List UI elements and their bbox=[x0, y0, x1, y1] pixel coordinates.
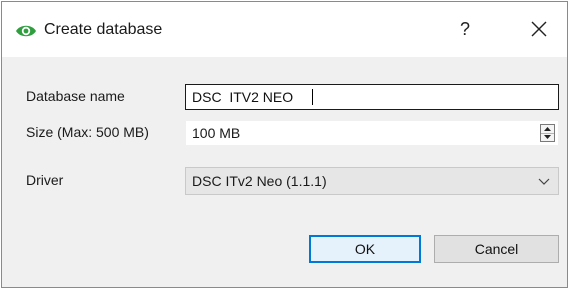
driver-select[interactable]: DSC ITv2 Neo (1.1.1) bbox=[185, 167, 559, 195]
database-name-input[interactable] bbox=[185, 84, 559, 110]
ok-button[interactable]: OK bbox=[309, 235, 421, 263]
create-database-dialog: Create database ? Database name Size (Ma… bbox=[1, 1, 568, 288]
spin-down-button[interactable] bbox=[541, 133, 554, 141]
cancel-button[interactable]: Cancel bbox=[434, 235, 559, 263]
size-value: 100 MB bbox=[192, 125, 241, 141]
title-bar: Create database ? bbox=[2, 2, 567, 57]
close-button[interactable] bbox=[521, 14, 557, 44]
size-label: Size (Max: 500 MB) bbox=[26, 124, 149, 140]
caret-up-icon bbox=[544, 127, 551, 131]
chevron-down-icon bbox=[538, 178, 550, 185]
size-stepper[interactable] bbox=[540, 124, 555, 142]
close-icon bbox=[531, 21, 547, 37]
driver-value: DSC ITv2 Neo (1.1.1) bbox=[192, 173, 327, 189]
help-button[interactable]: ? bbox=[447, 14, 483, 44]
driver-label: Driver bbox=[26, 172, 64, 188]
text-caret bbox=[312, 89, 313, 105]
eye-icon bbox=[15, 20, 37, 42]
caret-down-icon bbox=[544, 135, 551, 139]
database-name-label: Database name bbox=[26, 88, 125, 104]
size-input[interactable]: 100 MB bbox=[185, 120, 559, 146]
dialog-title: Create database bbox=[44, 21, 163, 38]
